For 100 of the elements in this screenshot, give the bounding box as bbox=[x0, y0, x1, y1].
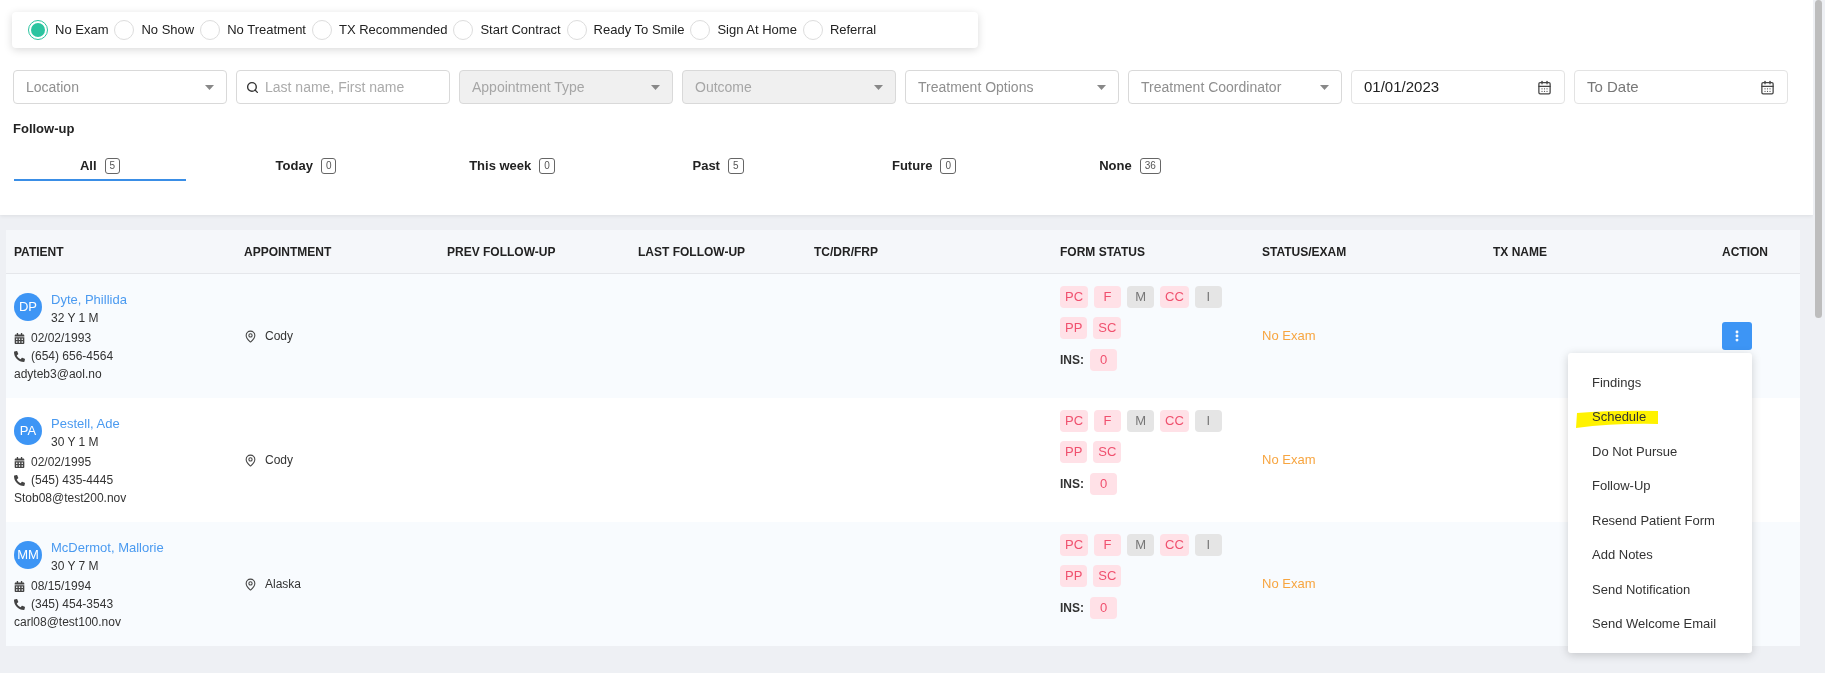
exam-status: No Exam bbox=[1262, 575, 1316, 594]
phone-number: (654) 656-4564 bbox=[31, 348, 114, 365]
location-text: Cody bbox=[265, 452, 293, 469]
search-field[interactable]: Last name, First name bbox=[236, 70, 450, 104]
status-radio[interactable]: TX Recommended bbox=[312, 20, 448, 40]
birth-date: 08/15/1994 bbox=[31, 578, 92, 595]
phone-icon bbox=[14, 474, 25, 486]
more-actions-button[interactable] bbox=[1722, 322, 1752, 350]
form-status-badge: PC bbox=[1060, 286, 1089, 308]
status-radio[interactable]: Ready To Smile bbox=[566, 20, 685, 40]
form-status-badge: CC bbox=[1160, 534, 1189, 556]
birth-date: 02/02/1993 bbox=[31, 330, 92, 347]
insurance-label: INS: bbox=[1060, 600, 1084, 617]
column-header: ACTION bbox=[1722, 243, 1769, 261]
followup-tab[interactable]: This week 0 bbox=[426, 153, 598, 181]
column-header: APPOINTMENT bbox=[244, 243, 333, 261]
caret-icon bbox=[1320, 84, 1329, 90]
column-header: LAST FOLLOW-UP bbox=[638, 243, 747, 261]
form-status-badge: M bbox=[1127, 410, 1155, 432]
menu-item[interactable]: Send Notification bbox=[1592, 579, 1691, 599]
followup-tab[interactable]: Past 5 bbox=[632, 153, 804, 181]
form-status-badge: M bbox=[1127, 286, 1155, 308]
phone-number: (345) 454-3543 bbox=[31, 596, 114, 613]
column-header: PREV FOLLOW-UP bbox=[447, 243, 557, 261]
menu-item[interactable]: Do Not Pursue bbox=[1592, 441, 1678, 461]
status-radio[interactable]: No Treatment bbox=[200, 20, 306, 40]
form-status-badge: F bbox=[1094, 286, 1122, 308]
calendar-icon bbox=[14, 580, 25, 592]
form-status-badge: PP bbox=[1060, 565, 1088, 587]
menu-item[interactable]: Send Welcome Email bbox=[1592, 614, 1717, 634]
insurance-count: 0 bbox=[1090, 349, 1117, 371]
email-address: carl08@test100.nov bbox=[14, 614, 122, 631]
location-pin-icon bbox=[244, 453, 257, 467]
form-status-badge: F bbox=[1094, 410, 1122, 432]
form-status-badge: PC bbox=[1060, 534, 1089, 556]
email-address: adyteb3@aol.no bbox=[14, 366, 103, 383]
email-address: Stob08@test200.nov bbox=[14, 490, 128, 507]
status-radio[interactable]: No Show bbox=[114, 20, 195, 40]
patient-age: 30 Y 1 M bbox=[51, 434, 100, 451]
form-status-badge: I bbox=[1194, 286, 1222, 308]
column-header: STATUS/EXAM bbox=[1262, 243, 1348, 261]
status-radio[interactable]: No Exam bbox=[28, 20, 109, 40]
form-status-badge: SC bbox=[1093, 441, 1122, 463]
status-radio[interactable]: Start Contract bbox=[453, 20, 561, 40]
section-title: Follow-up bbox=[13, 120, 75, 138]
insurance-label: INS: bbox=[1060, 352, 1084, 369]
location-text: Alaska bbox=[265, 576, 302, 593]
form-status-badge: M bbox=[1127, 534, 1155, 556]
menu-item[interactable]: Follow-Up bbox=[1592, 476, 1651, 496]
form-status-badge: PC bbox=[1060, 410, 1089, 432]
caret-icon bbox=[205, 84, 214, 90]
location-text: Cody bbox=[265, 328, 293, 345]
menu-item[interactable]: Schedule bbox=[1592, 407, 1647, 427]
patient-age: 32 Y 1 M bbox=[51, 310, 100, 327]
exam-status: No Exam bbox=[1262, 451, 1316, 470]
followup-tab[interactable]: All 5 bbox=[14, 153, 186, 181]
phone-number: (545) 435-4445 bbox=[31, 472, 114, 489]
form-status-badge: PP bbox=[1060, 441, 1088, 463]
caret-icon bbox=[1097, 84, 1106, 90]
location-pin-icon bbox=[244, 329, 257, 343]
insurance-count: 0 bbox=[1090, 473, 1117, 495]
menu-item[interactable]: Resend Patient Form bbox=[1592, 510, 1715, 530]
patient-avatar: MM bbox=[14, 541, 42, 569]
form-status-badge: PP bbox=[1060, 317, 1088, 339]
form-status-badge: I bbox=[1194, 410, 1222, 432]
date-field[interactable]: To Date bbox=[1574, 70, 1788, 104]
form-status-badge: CC bbox=[1160, 410, 1189, 432]
birth-date: 02/02/1995 bbox=[31, 454, 92, 471]
form-status-badge: F bbox=[1094, 534, 1122, 556]
followup-tab[interactable]: None 36 bbox=[1044, 153, 1216, 181]
patient-avatar: PA bbox=[14, 417, 42, 445]
date-field[interactable]: 01/01/2023 bbox=[1351, 70, 1565, 104]
patient-age: 30 Y 7 M bbox=[51, 558, 100, 575]
location-pin-icon bbox=[244, 577, 257, 591]
insurance-label: INS: bbox=[1060, 476, 1084, 493]
form-status-badge: SC bbox=[1093, 317, 1122, 339]
followup-tab[interactable]: Today 0 bbox=[220, 153, 392, 181]
patient-avatar: DP bbox=[14, 293, 42, 321]
calendar-icon bbox=[1760, 79, 1775, 95]
status-radio[interactable]: Sign At Home bbox=[690, 20, 797, 40]
column-header: FORM STATUS bbox=[1060, 243, 1146, 261]
caret-icon bbox=[874, 84, 883, 90]
calendar-icon bbox=[14, 456, 25, 468]
search-icon bbox=[246, 81, 259, 94]
form-status-badge: I bbox=[1194, 534, 1222, 556]
form-status-badge: SC bbox=[1093, 565, 1122, 587]
phone-icon bbox=[14, 350, 25, 362]
followup-tab[interactable]: Future 0 bbox=[838, 153, 1010, 181]
calendar-icon bbox=[14, 332, 25, 344]
column-header: TC/DR/FRP bbox=[814, 243, 879, 261]
menu-item[interactable]: Findings bbox=[1592, 372, 1642, 392]
caret-icon bbox=[651, 84, 660, 90]
menu-item[interactable]: Add Notes bbox=[1592, 545, 1653, 565]
calendar-icon bbox=[1537, 79, 1552, 95]
column-header: TX NAME bbox=[1493, 243, 1548, 261]
column-header: PATIENT bbox=[14, 243, 65, 261]
exam-status: No Exam bbox=[1262, 327, 1316, 346]
form-status-badge: CC bbox=[1160, 286, 1189, 308]
insurance-count: 0 bbox=[1090, 597, 1117, 619]
status-radio[interactable]: Referral bbox=[802, 20, 877, 40]
